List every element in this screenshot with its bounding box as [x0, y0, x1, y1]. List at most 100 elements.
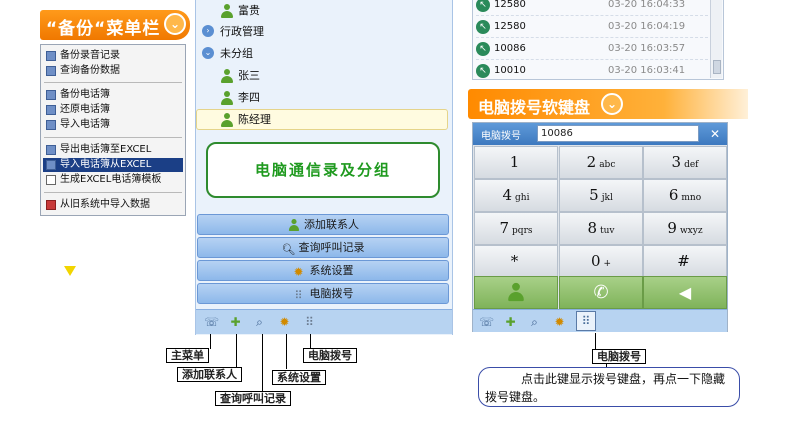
callout-line	[286, 334, 287, 369]
keypad-header-label: 电脑拨号	[481, 131, 521, 142]
keypad-toolbar: ☏ ✚ ⌕ ✹ ⠿	[473, 309, 727, 332]
backup-recordings-icon	[46, 51, 56, 61]
group-collapse-icon[interactable]: ⌄	[202, 47, 216, 61]
key-6[interactable]: 6 mno	[643, 179, 727, 212]
menu-item-export-excel[interactable]: 导出电话簿至EXCEL	[43, 143, 183, 157]
menu-item-backup-recordings[interactable]: 备份录音记录	[43, 49, 183, 63]
add-contact-icon	[287, 218, 300, 231]
gear-icon: ✹	[293, 265, 304, 279]
menu-separator	[44, 82, 182, 83]
key-8[interactable]: 8 tuv	[559, 212, 643, 245]
query-backup-icon	[46, 66, 56, 76]
menu-item-backup-phonebook[interactable]: 备份电话簿	[43, 88, 183, 102]
gear-icon[interactable]: ✹	[277, 315, 292, 330]
search-icon: 🔍︎	[281, 243, 296, 256]
call-log-scrollbar[interactable]	[710, 0, 722, 78]
contact-pick-button[interactable]	[474, 276, 558, 309]
gear-icon[interactable]: ✹	[552, 315, 567, 330]
key-9[interactable]: 9 wxyz	[643, 212, 727, 245]
menu-separator	[44, 192, 182, 193]
excel-template-icon	[46, 175, 56, 185]
export-excel-icon	[46, 145, 56, 155]
contacts-callout-box: 电脑通信录及分组	[206, 142, 440, 198]
menu-item-import-old-system[interactable]: 从旧系统中导入数据	[43, 198, 183, 212]
key-hash[interactable]: #	[643, 245, 727, 278]
contact-row-selected[interactable]: 陈经理	[220, 110, 271, 130]
label-main-menu: 主菜单	[166, 348, 209, 363]
backup-context-menu: 备份录音记录 查询备份数据 备份电话簿 还原电话簿 导入电话簿 导出电话簿至EX…	[40, 44, 186, 216]
restore-phonebook-icon	[46, 105, 56, 115]
import-phonebook-icon	[46, 120, 56, 130]
callout-line	[595, 333, 596, 349]
label-query-calls: 查询呼叫记录	[215, 391, 291, 406]
call-log-row[interactable]: ↖ 12580 03-20 16:04:19	[476, 16, 708, 38]
contact-row[interactable]: 李四	[220, 88, 260, 108]
scrollbar-thumb[interactable]	[713, 60, 721, 74]
key-3[interactable]: 3 def	[643, 146, 727, 179]
chevron-down-icon: ⌄	[601, 93, 623, 115]
search-icon[interactable]: ⌕	[527, 315, 542, 330]
dialpad-toggle-icon[interactable]: ⠿	[576, 311, 596, 331]
system-settings-button[interactable]: ✹ 系统设置	[197, 260, 449, 281]
label-pc-dial-left: 电脑拨号	[303, 348, 357, 363]
backup-phonebook-icon	[46, 90, 56, 100]
key-star[interactable]: *	[474, 245, 558, 278]
backup-menu-banner-title: “备份“菜单栏	[46, 19, 161, 39]
call-button[interactable]: ✆	[559, 276, 643, 309]
call-out-icon: ↖	[476, 0, 490, 12]
add-contact-button[interactable]: 添加联系人	[197, 214, 449, 235]
key-0[interactable]: 0 +	[559, 245, 643, 278]
add-contact-icon[interactable]: ✚	[503, 315, 518, 330]
chevron-down-icon: ⌄	[164, 13, 186, 35]
contact-row[interactable]: 张三	[220, 66, 260, 86]
key-2[interactable]: 2 abc	[559, 146, 643, 179]
search-icon[interactable]: ⌕	[252, 315, 267, 330]
dialpad-icon: ⠿	[294, 289, 303, 302]
main-menu-icon[interactable]: ☏	[479, 315, 494, 330]
call-out-icon: ↖	[476, 20, 490, 34]
group-row[interactable]: › 行政管理	[200, 22, 264, 42]
main-menu-icon[interactable]: ☏	[204, 315, 219, 330]
dial-number-input[interactable]: 10086	[537, 125, 699, 142]
close-icon[interactable]: ✕	[707, 126, 723, 142]
callout-line	[210, 334, 211, 349]
group-expand-icon[interactable]: ›	[202, 25, 216, 39]
menu-item-restore-phonebook[interactable]: 还原电话簿	[43, 103, 183, 117]
backspace-icon: ◀	[678, 283, 692, 302]
person-icon	[220, 113, 234, 127]
import-excel-icon	[46, 160, 56, 170]
menu-separator	[44, 137, 182, 138]
phone-icon: ✆	[593, 282, 609, 303]
keypad-banner: 电脑拨号软键盘 ⌄	[468, 89, 748, 119]
call-log-row[interactable]: ↖ 10086 03-20 16:03:57	[476, 38, 708, 60]
menu-item-import-excel[interactable]: 导入电话簿从EXCEL	[43, 158, 183, 172]
person-icon	[508, 282, 524, 302]
menu-item-query-backup[interactable]: 查询备份数据	[43, 64, 183, 78]
callout-line	[236, 334, 237, 367]
key-7[interactable]: 7 pqrs	[474, 212, 558, 245]
call-log-row[interactable]: ↖ 10010 03-20 16:03:41	[476, 60, 708, 82]
label-add-contact: 添加联系人	[177, 367, 242, 382]
menu-item-generate-excel-template[interactable]: 生成EXCEL电话簿模板	[43, 173, 183, 187]
backup-menu-banner: “备份“菜单栏 ⌄	[40, 10, 190, 40]
keypad-banner-title: 电脑拨号软键盘	[478, 98, 591, 117]
contact-row[interactable]: 富贵	[220, 1, 260, 21]
person-icon	[220, 69, 234, 83]
label-system-settings: 系统设置	[272, 370, 326, 385]
call-out-icon: ↖	[476, 42, 490, 56]
key-1[interactable]: 1	[474, 146, 558, 179]
main-toolbar: ☏ ✚ ⌕ ✹ ⠿	[196, 309, 452, 334]
key-5[interactable]: 5 jkl	[559, 179, 643, 212]
query-calls-button[interactable]: 🔍︎ 查询呼叫记录	[197, 237, 449, 258]
yellow-arrow-marker	[64, 266, 76, 276]
key-4[interactable]: 4 ghi	[474, 179, 558, 212]
add-contact-icon[interactable]: ✚	[228, 315, 243, 330]
person-icon	[220, 4, 234, 18]
pc-dial-button[interactable]: ⠿ 电脑拨号	[197, 283, 449, 304]
backspace-button[interactable]: ◀	[643, 276, 727, 309]
call-log-row[interactable]: ↖ 12580 03-20 16:04:33	[476, 0, 708, 16]
dialpad-icon[interactable]: ⠿	[302, 315, 317, 330]
menu-item-import-phonebook[interactable]: 导入电话簿	[43, 118, 183, 132]
callout-line	[262, 334, 263, 392]
group-row[interactable]: ⌄ 未分组	[200, 44, 253, 64]
